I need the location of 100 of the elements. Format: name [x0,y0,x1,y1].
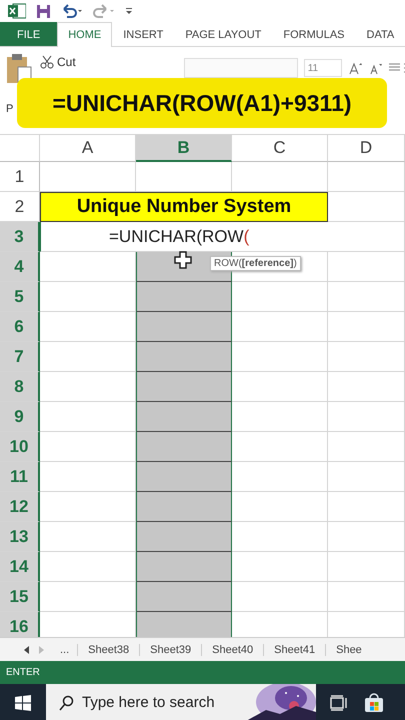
selected-cell[interactable] [136,462,232,492]
table-cell[interactable] [232,462,328,492]
scroll-right-icon[interactable] [38,646,44,654]
table-cell[interactable] [40,372,136,402]
cut-button[interactable]: Cut [40,53,76,71]
table-cell[interactable] [232,312,328,342]
selected-cell[interactable] [136,372,232,402]
table-cell[interactable] [40,342,136,372]
font-size-field[interactable]: 11 [304,59,342,77]
store-icon[interactable] [364,692,384,712]
table-cell[interactable] [328,192,405,222]
table-cell[interactable] [328,432,405,462]
row-header[interactable]: 10 [0,432,40,462]
table-cell[interactable] [328,312,405,342]
row-header[interactable]: 4 [0,252,40,282]
table-cell[interactable] [328,522,405,552]
table-cell[interactable] [40,252,136,282]
table-cell[interactable] [328,402,405,432]
table-cell[interactable] [40,552,136,582]
row-header[interactable]: 8 [0,372,40,402]
task-view-icon[interactable] [330,694,348,710]
table-cell[interactable] [328,282,405,312]
excel-logo-icon[interactable] [8,3,26,19]
table-cell[interactable] [328,162,405,192]
table-cell[interactable] [40,162,136,192]
table-cell[interactable] [40,462,136,492]
windows-start-icon[interactable] [15,694,31,710]
table-cell[interactable] [40,402,136,432]
sheet-tab[interactable]: Sheet38 [77,644,140,656]
table-cell[interactable] [232,162,328,192]
selected-cell[interactable] [136,282,232,312]
table-cell[interactable] [232,522,328,552]
taskbar-search-field[interactable]: Type here to search [46,684,316,720]
table-cell[interactable] [328,582,405,612]
selected-cell[interactable] [136,582,232,612]
table-cell[interactable] [232,282,328,312]
row-header[interactable]: 15 [0,582,40,612]
row-header[interactable]: 3 [0,222,40,252]
grow-font-icon[interactable] [348,61,362,75]
scroll-left-icon[interactable] [24,646,30,654]
selected-cell[interactable] [136,612,232,637]
selected-cell[interactable] [136,432,232,462]
sheet-tab[interactable]: Shee [325,644,372,656]
ribbon-tab[interactable]: DATA [356,22,405,46]
table-cell[interactable] [232,432,328,462]
paste-label[interactable]: P [6,103,14,115]
row-header[interactable]: 7 [0,342,40,372]
table-cell[interactable] [328,372,405,402]
select-all-button[interactable] [0,135,40,162]
table-cell[interactable] [40,582,136,612]
ribbon-tab[interactable]: PAGE LAYOUT [174,22,272,46]
table-cell[interactable] [328,492,405,522]
row-header[interactable]: 13 [0,522,40,552]
table-cell[interactable] [328,222,405,252]
table-cell[interactable] [328,552,405,582]
row-header[interactable]: 16 [0,612,40,637]
sheet-tab[interactable]: Sheet39 [139,644,202,656]
row-header[interactable]: 6 [0,312,40,342]
column-header[interactable]: D [328,135,405,162]
ribbon-tab[interactable]: FILE [0,22,58,46]
row-header[interactable]: 11 [0,462,40,492]
more-sheets-button[interactable]: ... [48,644,78,656]
column-header[interactable]: C [232,135,328,162]
table-cell[interactable] [232,582,328,612]
table-cell[interactable] [328,462,405,492]
undo-icon[interactable] [61,4,83,18]
selected-cell[interactable] [136,312,232,342]
row-header[interactable]: 12 [0,492,40,522]
shrink-font-icon[interactable] [368,61,382,75]
selected-cell[interactable] [136,522,232,552]
row-header[interactable]: 5 [0,282,40,312]
table-cell[interactable] [136,162,232,192]
sheet-tab[interactable]: Sheet40 [201,644,264,656]
sheet-tab[interactable]: Sheet41 [263,644,326,656]
selected-cell[interactable] [136,492,232,522]
table-cell[interactable] [40,492,136,522]
table-cell[interactable] [232,402,328,432]
ribbon-tab[interactable]: HOME [57,22,112,47]
redo-icon[interactable] [93,4,115,18]
table-cell[interactable] [232,342,328,372]
table-cell[interactable] [232,552,328,582]
table-cell[interactable] [328,252,405,282]
column-header[interactable]: A [40,135,136,162]
selected-cell[interactable] [136,402,232,432]
table-cell[interactable] [232,372,328,402]
selected-cell[interactable] [136,342,232,372]
table-cell[interactable] [40,312,136,342]
selected-cell[interactable] [136,552,232,582]
table-cell[interactable] [232,492,328,522]
table-cell[interactable] [40,282,136,312]
table-cell[interactable] [40,522,136,552]
table-cell[interactable] [328,342,405,372]
ribbon-tab[interactable]: FORMULAS [272,22,356,46]
column-header[interactable]: B [136,135,232,162]
font-name-field[interactable] [184,58,298,78]
customize-icon[interactable] [125,6,133,16]
table-cell[interactable] [40,432,136,462]
ribbon-tab[interactable]: INSERT [112,22,174,46]
row-header[interactable]: 14 [0,552,40,582]
row-header[interactable]: 9 [0,402,40,432]
